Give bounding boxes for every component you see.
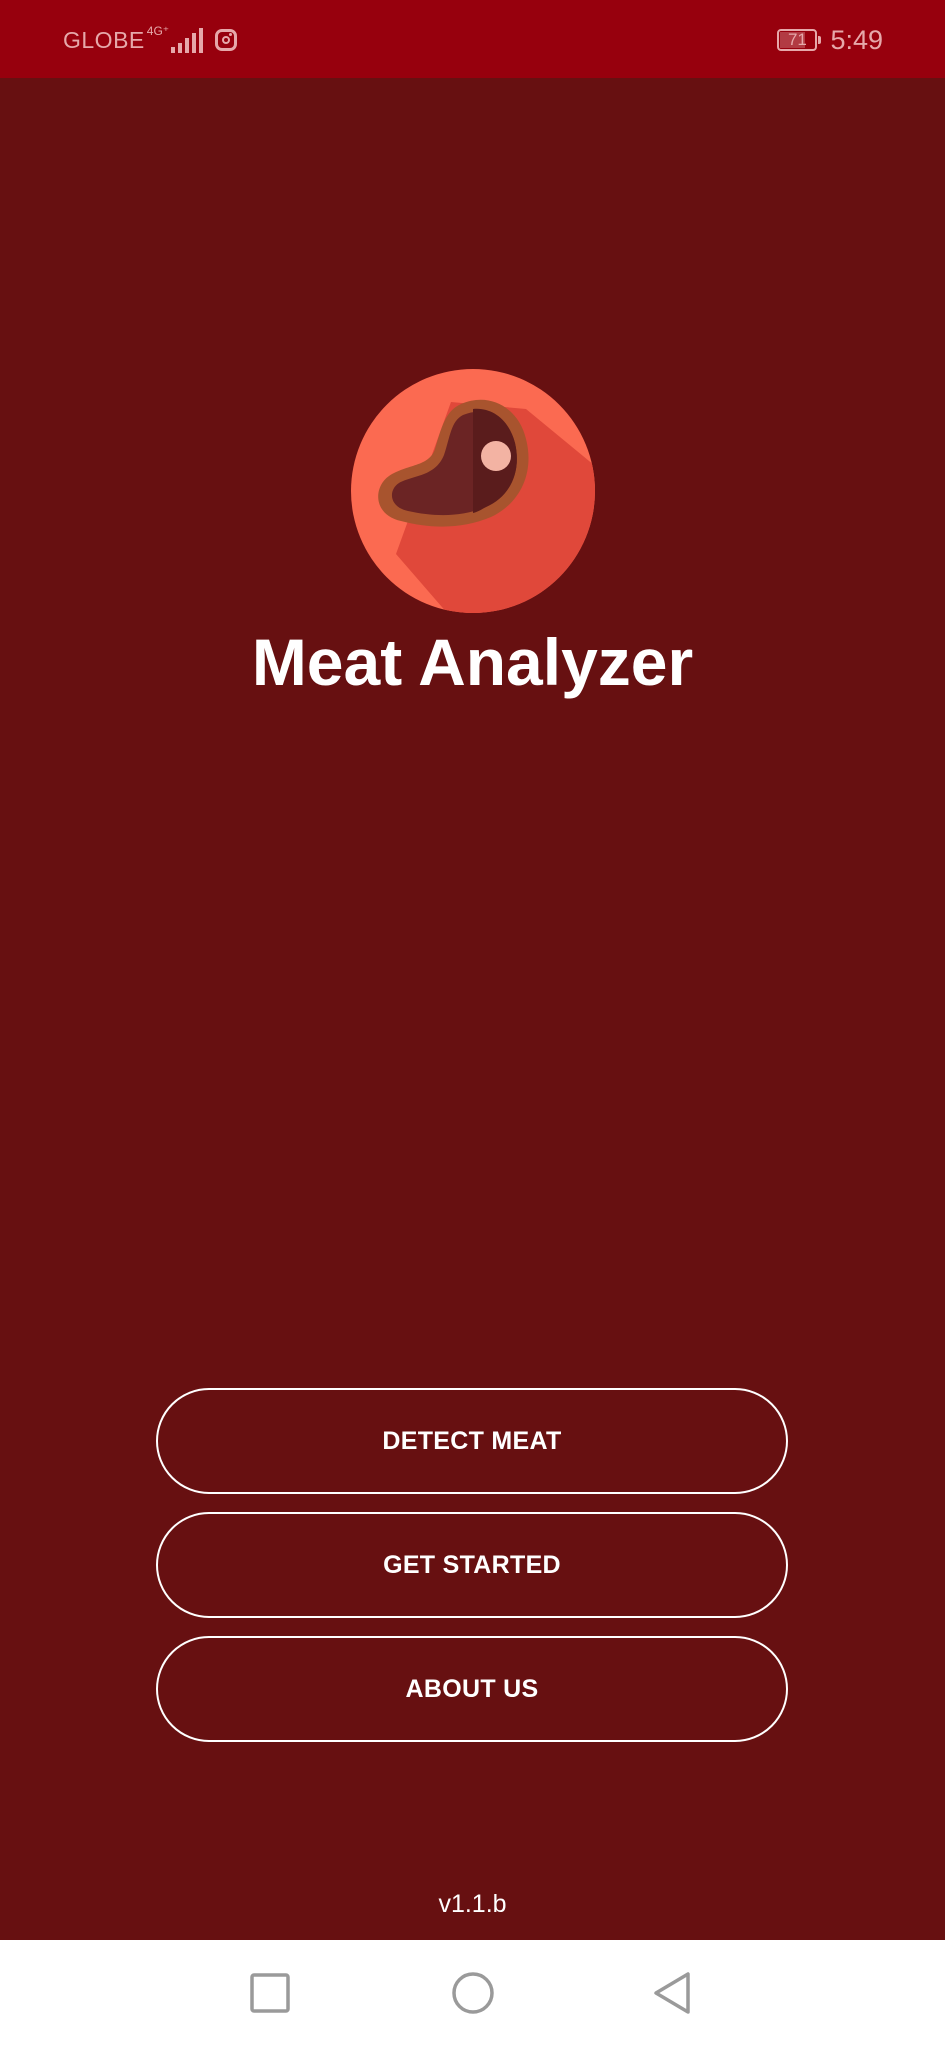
get-started-button[interactable]: GET STARTED <box>156 1512 788 1618</box>
battery-icon: 71 <box>777 29 822 51</box>
recents-icon[interactable] <box>245 1968 295 2018</box>
about-us-button[interactable]: ABOUT US <box>156 1636 788 1742</box>
clock: 5:49 <box>830 24 883 55</box>
app-title: Meat Analyzer <box>251 625 694 699</box>
home-icon[interactable] <box>448 1968 498 2018</box>
back-icon[interactable] <box>648 1968 698 2018</box>
instagram-icon <box>215 29 238 51</box>
meat-bone <box>481 441 511 471</box>
meat-steak-icon <box>351 369 595 613</box>
carrier-name: GLOBE <box>63 26 145 53</box>
network-type: 4G⁺ <box>146 24 170 38</box>
navigation-bar <box>0 1940 945 2048</box>
version-label: v1.1.b <box>438 1890 507 1918</box>
status-bar: GLOBE 4G⁺ 71 5:49 <box>0 0 945 78</box>
status-left-group: GLOBE 4G⁺ <box>63 23 238 57</box>
detect-meat-button[interactable]: DETECT MEAT <box>156 1388 788 1494</box>
battery-level: 71 <box>787 30 807 49</box>
signal-icon <box>171 27 204 53</box>
status-right-group: 71 5:49 <box>777 20 883 60</box>
